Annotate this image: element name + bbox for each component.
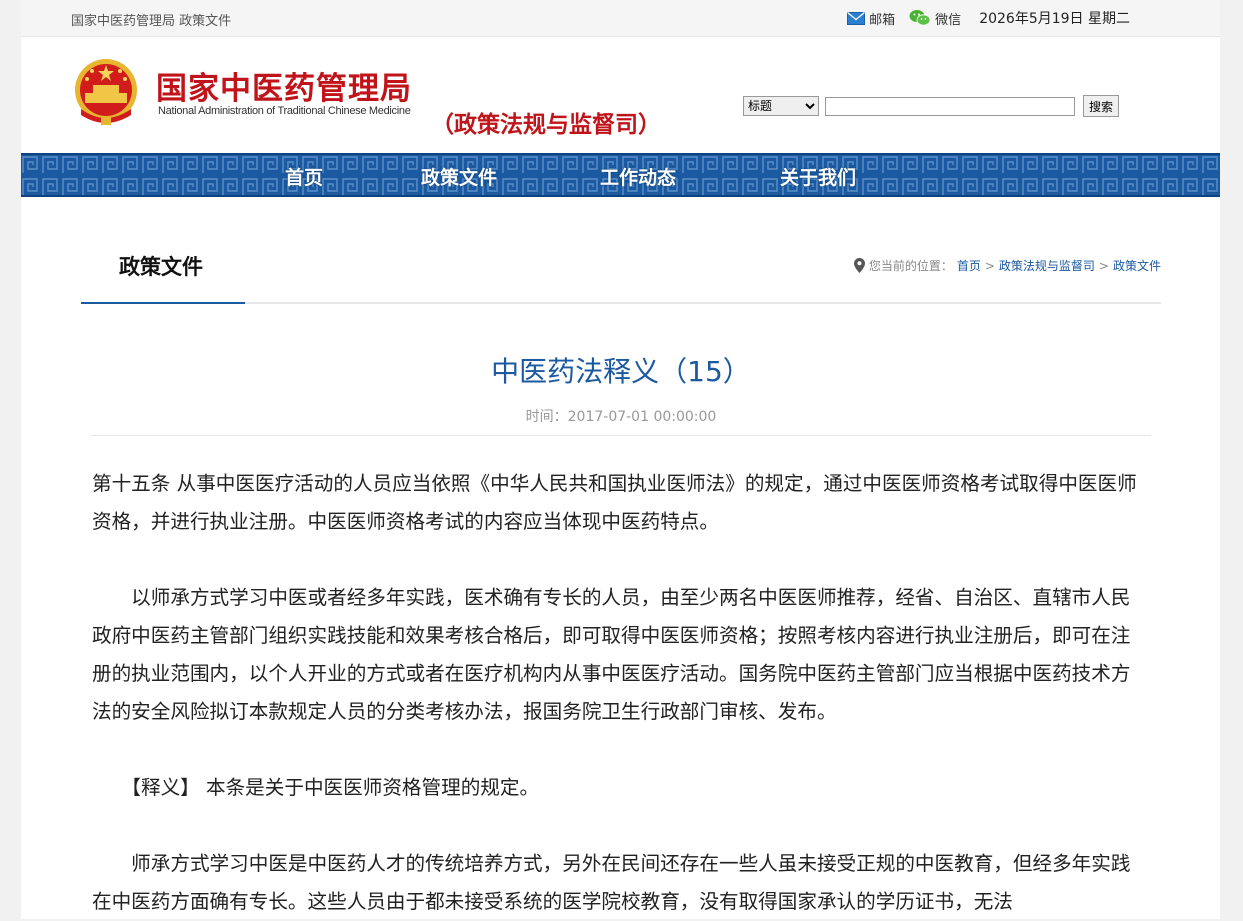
article-paragraph: 以师承方式学习中医或者经多年实践，医术确有专长的人员，由至少两名中医医师推荐，经… bbox=[92, 586, 1131, 723]
nav-items: 首页 政策文件 工作动态 关于我们 bbox=[21, 153, 1220, 197]
breadcrumb-dept-link[interactable]: 政策法规与监督司 bbox=[999, 257, 1095, 274]
mail-link[interactable]: 邮箱 bbox=[847, 9, 895, 28]
section-tabbar: 政策文件 您当前的位置： 首页 > 政策法规与监督司 > 政策文件 bbox=[81, 197, 1161, 304]
top-bar: 国家中医药管理局 政策文件 邮箱 微信 2026年5月19日 星期二 bbox=[21, 0, 1220, 37]
article-paragraph: 【释义】 本条是关于中医医师资格管理的规定。 bbox=[92, 776, 540, 799]
national-emblem-icon bbox=[75, 59, 137, 125]
content-area: 政策文件 您当前的位置： 首页 > 政策法规与监督司 > 政策文件 中医药法释义… bbox=[71, 197, 1171, 919]
search-bar: 标题 搜索 bbox=[743, 95, 1120, 117]
breadcrumb-current-link[interactable]: 政策文件 bbox=[1113, 257, 1161, 274]
article-body: 第十五条 从事中医医疗活动的人员应当依照《中华人民共和国执业医师法》的规定，通过… bbox=[92, 465, 1146, 921]
tab-policy-documents[interactable]: 政策文件 bbox=[81, 197, 245, 304]
nav-item-about[interactable]: 关于我们 bbox=[780, 163, 856, 190]
header: 国家中医药管理局 National Administration of Trad… bbox=[21, 37, 1220, 153]
site-name: 国家中医药管理局 政策文件 bbox=[71, 14, 232, 29]
mail-label: 邮箱 bbox=[869, 12, 896, 28]
search-field-select[interactable]: 标题 bbox=[743, 96, 819, 116]
article-time: 时间：2017-07-01 00:00:00 bbox=[525, 409, 717, 425]
article-title: 中医药法释义（15） bbox=[491, 355, 751, 388]
article-paragraph: 第十五条 从事中医医疗活动的人员应当依照《中华人民共和国执业医师法》的规定，通过… bbox=[92, 472, 1137, 533]
breadcrumb-prefix: 您当前的位置： bbox=[868, 259, 953, 273]
breadcrumb: 您当前的位置： 首页 > 政策法规与监督司 > 政策文件 bbox=[853, 257, 1161, 274]
divider bbox=[91, 435, 1151, 436]
article-paragraph: 师承方式学习中医是中医药人才的传统培养方式，另外在民间还存在一些人虽未接受正规的… bbox=[92, 852, 1131, 913]
mail-icon bbox=[847, 11, 866, 25]
nav-item-home[interactable]: 首页 bbox=[285, 163, 323, 190]
location-pin-icon bbox=[853, 258, 865, 273]
main-nav: 首页 政策文件 工作动态 关于我们 bbox=[21, 153, 1220, 197]
logo-subtitle: National Administration of Traditional C… bbox=[158, 105, 411, 117]
nav-item-news[interactable]: 工作动态 bbox=[600, 163, 676, 190]
breadcrumb-home-link[interactable]: 首页 bbox=[957, 257, 981, 274]
wechat-label: 微信 bbox=[935, 12, 962, 28]
search-input[interactable] bbox=[825, 96, 1075, 116]
current-date: 2026年5月19日 星期二 bbox=[979, 11, 1130, 27]
wechat-link[interactable]: 微信 bbox=[909, 9, 961, 28]
section-title: 政策文件 bbox=[119, 255, 203, 279]
logo-title: 国家中医药管理局 bbox=[156, 71, 412, 107]
top-tools: 邮箱 微信 2026年5月19日 星期二 bbox=[847, 8, 1130, 28]
search-button[interactable]: 搜索 bbox=[1083, 95, 1120, 117]
nav-item-policy[interactable]: 政策文件 bbox=[421, 163, 497, 190]
wechat-icon bbox=[909, 10, 931, 26]
breadcrumb-separator: > bbox=[984, 258, 995, 273]
department-name: （政策法规与监督司） bbox=[431, 112, 661, 138]
page: 国家中医药管理局 政策文件 邮箱 微信 2026年5月19日 星期二 国家中医药… bbox=[21, 0, 1220, 919]
breadcrumb-separator: > bbox=[1098, 258, 1109, 273]
